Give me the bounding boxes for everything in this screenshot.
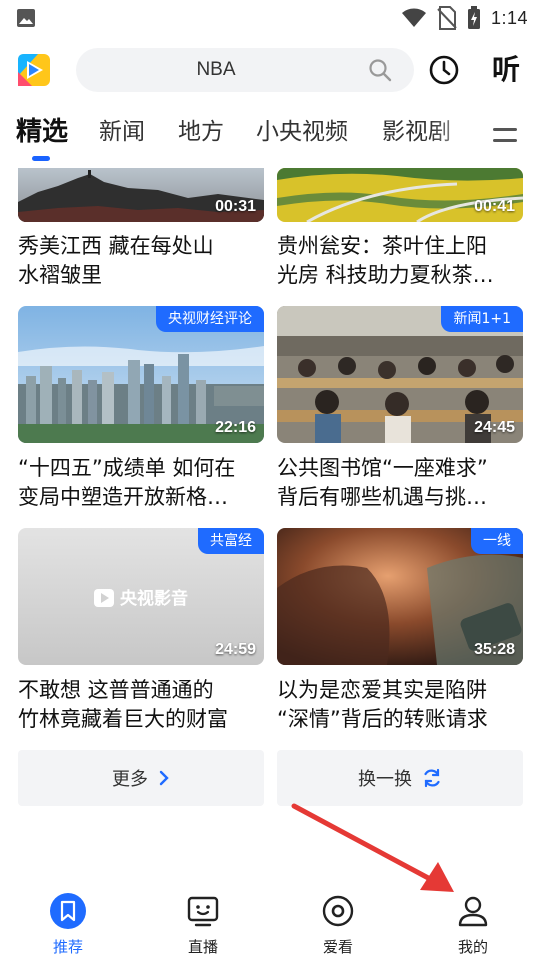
tabs-fade [430, 108, 490, 158]
image-icon [17, 9, 35, 27]
clock-time: 1:14 [490, 7, 528, 28]
video-duration: 24:59 [215, 641, 256, 658]
video-feed: 00:31 秀美江西 藏在每处山 水褶皱里 00:41 贵州瓮安：茶叶住上阳 光… [0, 168, 540, 838]
active-tab-indicator [32, 156, 50, 161]
video-duration: 00:41 [474, 198, 515, 215]
video-title[interactable]: “十四五”成绩单 如何在 变局中塑造开放新格… [18, 454, 264, 512]
search-input[interactable]: NBA [76, 48, 356, 92]
wifi-icon [401, 8, 426, 27]
placeholder-logo: 央视影音 [18, 584, 264, 609]
top-header: NBA 听 [0, 44, 540, 96]
refresh-label: 换一换 [358, 769, 412, 790]
bottom-navigation: 推荐 直播 爱看 我的 [0, 884, 540, 960]
tab-local[interactable]: 地方 [178, 114, 224, 150]
category-tabs: 精选 新闻 地方 小央视频 影视剧 [0, 108, 540, 164]
video-thumbnail[interactable]: 央视影音 共富经 24:59 [18, 528, 264, 665]
nav-love-watch[interactable]: 爱看 [288, 892, 388, 956]
nav-label: 推荐 [52, 938, 83, 956]
tab-news[interactable]: 新闻 [99, 114, 145, 150]
nav-label: 爱看 [322, 938, 353, 956]
no-sim-icon [437, 6, 457, 30]
nav-mine[interactable]: 我的 [423, 892, 523, 956]
video-title[interactable]: 以为是恋爱其实是陷阱 “深情”背后的转账请求 [277, 676, 523, 734]
video-title[interactable]: 不敢想 这普普通通的 竹林竟藏着巨大的财富 [18, 676, 264, 734]
menu-icon[interactable] [492, 124, 518, 146]
video-title[interactable]: 秀美江西 藏在每处山 水褶皱里 [18, 232, 264, 290]
video-duration: 22:16 [215, 419, 256, 436]
target-icon [322, 895, 354, 927]
video-duration: 35:28 [474, 641, 515, 658]
video-thumbnail[interactable]: 00:31 [18, 168, 264, 222]
video-duration: 00:31 [215, 198, 256, 215]
person-icon [458, 896, 488, 927]
video-title[interactable]: 公共图书馆“一座难求” 背后有哪些机遇与挑… [277, 454, 523, 512]
video-thumbnail[interactable]: 新闻1+1 24:45 [277, 306, 523, 443]
video-thumbnail[interactable]: 一线 35:28 [277, 528, 523, 665]
video-thumbnail[interactable]: 央视财经评论 22:16 [18, 306, 264, 443]
status-bar: 1:14 [0, 0, 540, 36]
nav-label: 我的 [457, 938, 488, 956]
nav-live[interactable]: 直播 [153, 892, 253, 956]
channel-badge: 一线 [471, 528, 523, 554]
search-bar[interactable]: NBA [76, 48, 414, 92]
clock-icon[interactable] [428, 54, 460, 86]
nav-recommend[interactable]: 推荐 [18, 892, 118, 956]
listen-button[interactable]: 听 [488, 50, 524, 90]
more-label: 更多 [112, 769, 148, 790]
channel-badge: 共富经 [198, 528, 264, 554]
nav-label: 直播 [187, 938, 218, 956]
refresh-icon [424, 768, 440, 788]
tab-featured[interactable]: 精选 [16, 114, 68, 150]
video-thumbnail[interactable]: 00:41 [277, 168, 523, 222]
battery-charging-icon [467, 6, 480, 29]
video-duration: 24:45 [474, 419, 515, 436]
bookmark-icon [50, 893, 86, 929]
chevron-right-icon [159, 770, 169, 786]
play-logo-icon [94, 589, 115, 607]
tv-face-icon [187, 896, 219, 927]
cctv-video-logo[interactable] [18, 54, 50, 86]
search-icon[interactable] [368, 58, 392, 82]
more-button[interactable]: 更多 [18, 750, 264, 806]
video-title[interactable]: 贵州瓮安：茶叶住上阳 光房 科技助力夏秋茶… [277, 232, 523, 290]
channel-badge: 央视财经评论 [156, 306, 264, 332]
channel-badge: 新闻1+1 [441, 306, 523, 332]
refresh-button[interactable]: 换一换 [277, 750, 523, 806]
tab-small-cctv-video[interactable]: 小央视频 [256, 114, 348, 150]
